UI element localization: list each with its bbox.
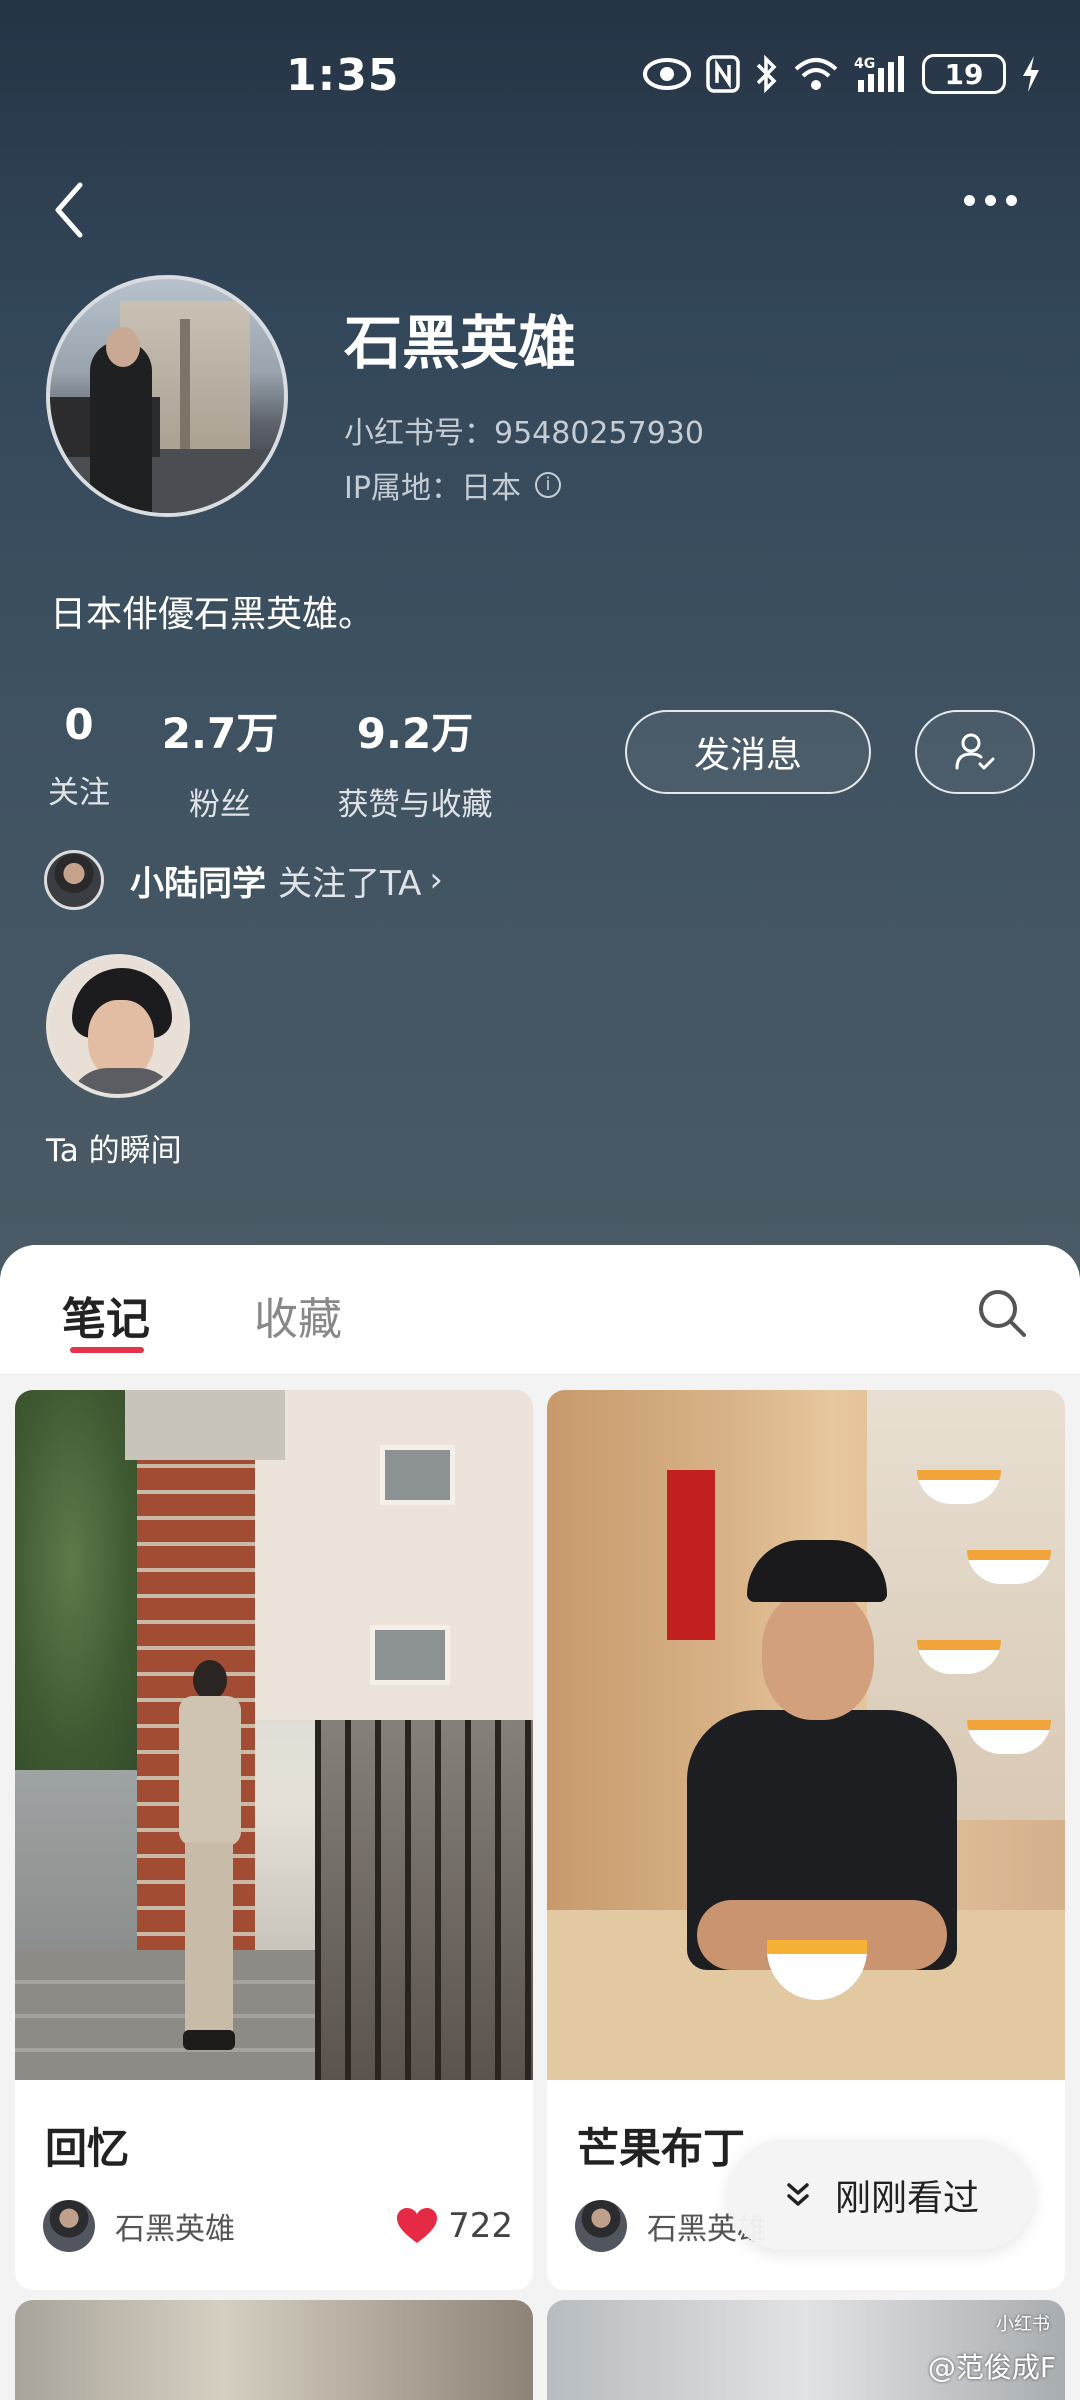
person-body (179, 1696, 241, 1846)
photo-steps (15, 1950, 315, 2080)
photo-pudding-cup (767, 1940, 867, 2000)
avatar-person (90, 341, 152, 513)
chevron-right-icon: › (429, 860, 443, 900)
charging-icon (1023, 56, 1039, 92)
watermark-text: @范俊成F (927, 2351, 1056, 2384)
note-card-partial[interactable] (15, 2300, 533, 2400)
stat-label: 关注 (48, 775, 110, 811)
back-icon (55, 182, 83, 238)
note-title: 芒果布丁 (577, 2124, 746, 2173)
wifi-icon (794, 58, 838, 90)
eye-icon (643, 58, 691, 90)
person-feet (183, 2030, 235, 2050)
status-icons: 4G 19 (642, 54, 1042, 94)
mutual-text: 关注了TA (278, 863, 422, 904)
like-count: 722 (448, 2206, 513, 2246)
person-legs (185, 1842, 233, 2032)
search-icon (979, 1290, 1026, 1337)
recently-viewed-button[interactable]: 刚刚看过 (728, 2140, 1034, 2250)
moments-avatar[interactable] (46, 954, 190, 1098)
author-name: 石黑英雄 (115, 2212, 235, 2247)
like-button[interactable]: 722 (396, 2206, 513, 2246)
bluetooth-icon (756, 54, 777, 94)
tab-notes[interactable]: 笔记 (62, 1283, 150, 1347)
person-face (762, 1590, 874, 1720)
note-card[interactable]: 回忆 石黑英雄 722 (15, 1390, 533, 2290)
stat-likes-collects[interactable]: 9.2万 获赞与收藏 (330, 700, 500, 824)
nfc-icon (706, 55, 740, 93)
tab-bar: 笔记 收藏 (0, 1245, 1080, 1375)
chevron-down-icon (787, 2183, 809, 2206)
info-icon[interactable]: i (534, 472, 561, 498)
mutual-name: 小陆同学 (130, 863, 266, 904)
photo-pillar-cap (125, 1390, 285, 1460)
follow-button[interactable] (915, 710, 1035, 794)
send-message-button[interactable]: 发消息 (625, 710, 871, 794)
stat-label: 获赞与收藏 (337, 787, 493, 823)
mutual-follow-row[interactable]: 小陆同学 关注了TA › (44, 850, 443, 910)
profile-header: 1:35 4G 19 石黑英雄 小红书号：95480257930 IP属地：日本… (0, 0, 1080, 1300)
stat-value: 2.7万 (161, 709, 279, 758)
profile-ip-location: IP属地：日本 i (344, 463, 561, 507)
stat-following[interactable]: 0 关注 (44, 700, 114, 812)
photo-person (175, 1660, 241, 2060)
status-time: 1:35 (286, 50, 400, 101)
search-button[interactable] (974, 1285, 1030, 1341)
profile-bio: 日本俳優石黑英雄。 (50, 594, 375, 635)
profile-avatar[interactable] (46, 275, 288, 517)
more-icon (963, 194, 975, 206)
battery-indicator: 19 (922, 54, 1006, 94)
photo-person (667, 1540, 967, 2080)
stat-label: 粉丝 (189, 787, 251, 823)
mutual-avatar (44, 850, 104, 910)
signal-icon: 4G (854, 56, 904, 92)
profile-id: 小红书号：95480257930 (344, 416, 704, 451)
svg-text:4G: 4G (854, 56, 875, 72)
watermark-logo: 小红书 (996, 2314, 1050, 2335)
recently-viewed-label: 刚刚看过 (834, 2178, 979, 2219)
photo-window (380, 1445, 455, 1505)
more-icon-dot (984, 194, 996, 206)
person-head (193, 1660, 227, 1700)
moments-label: Ta 的瞬间 (46, 1133, 182, 1169)
avatar-street (50, 449, 284, 513)
author-avatar (43, 2200, 95, 2252)
back-button[interactable] (48, 175, 98, 245)
moment-shirt (68, 1068, 178, 1094)
tab-active-indicator (70, 1347, 144, 1353)
tab-favorites[interactable]: 收藏 (254, 1283, 342, 1347)
stat-value: 0 (64, 700, 94, 749)
photo-window (370, 1625, 450, 1685)
follow-user-icon (955, 733, 995, 770)
more-icon-dot (1005, 194, 1017, 206)
profile-name: 石黑英雄 (344, 309, 577, 377)
stat-followers[interactable]: 2.7万 粉丝 (158, 700, 282, 824)
author-avatar (575, 2200, 627, 2252)
heart-icon (397, 2208, 438, 2243)
person-cap (747, 1540, 887, 1602)
more-button[interactable] (950, 180, 1030, 220)
avatar-building-pole (180, 319, 190, 469)
status-bar: 1:35 4G 19 (0, 50, 1080, 110)
stat-value: 9.2万 (356, 709, 474, 758)
moment-face (88, 1000, 154, 1078)
note-meta: 石黑英雄 722 (43, 2198, 513, 2254)
avatar-head (106, 327, 140, 367)
note-title: 回忆 (45, 2124, 130, 2173)
note-photo (15, 1390, 533, 2080)
ip-location-text: IP属地：日本 (344, 471, 521, 506)
photo-railing (315, 1720, 533, 2080)
note-photo (547, 1390, 1065, 2080)
